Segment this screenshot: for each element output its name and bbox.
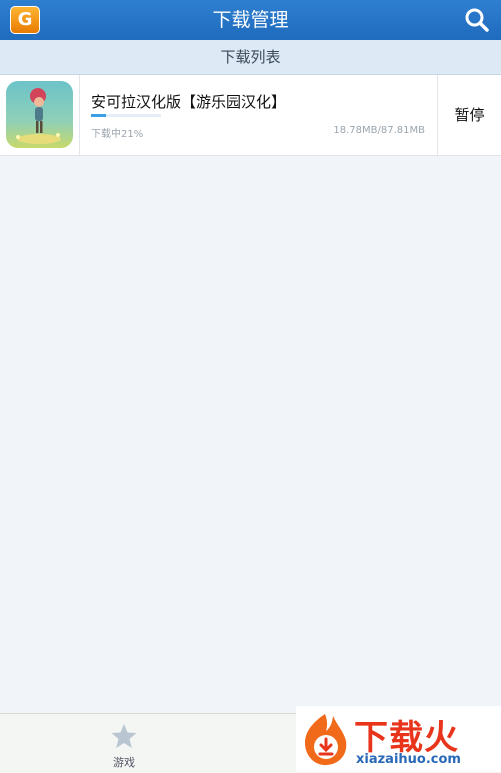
app-name: 安可拉汉化版【游乐园汉化】 <box>91 93 287 111</box>
page-title: 下载管理 <box>212 9 289 31</box>
download-item[interactable]: 安可拉汉化版【游乐园汉化】 下载中21% 18.78MB/87.81MB 暂停 <box>0 75 501 156</box>
top-app-bar: G 下载管理 <box>0 0 501 40</box>
tab-label: 游戏 <box>113 756 135 769</box>
flame-download-icon <box>304 714 347 766</box>
pause-button[interactable]: 暂停 <box>438 75 501 155</box>
tab-games[interactable]: 游戏 <box>84 714 164 773</box>
download-status: 下载中21% <box>91 129 144 140</box>
watermark-logo: 下载火 xiazaihuo.com <box>296 706 501 772</box>
download-progress-bar <box>91 114 161 117</box>
progress-fill <box>91 114 106 117</box>
section-header: 下载列表 <box>0 40 501 75</box>
divider <box>79 75 80 155</box>
watermark-domain: xiazaihuo.com <box>356 752 461 767</box>
star-icon <box>111 724 137 748</box>
search-icon[interactable] <box>463 6 491 34</box>
game-thumbnail-image <box>6 81 73 148</box>
download-size: 18.78MB/87.81MB <box>333 125 425 136</box>
